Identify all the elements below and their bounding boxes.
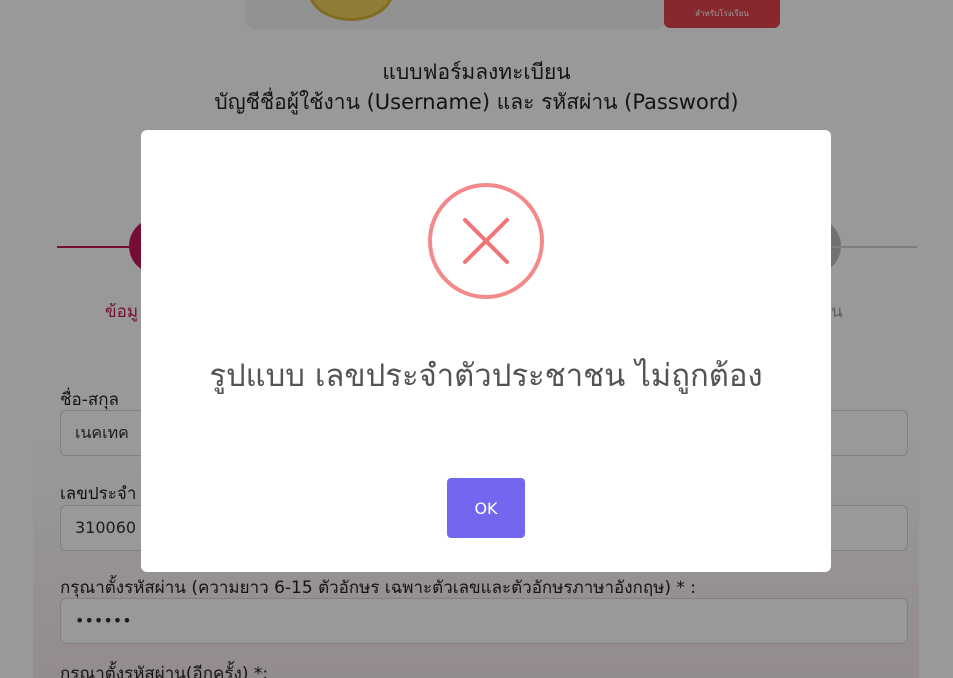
ok-button[interactable]: OK [447, 478, 525, 538]
error-x-icon [428, 183, 544, 299]
error-dialog: รูปแบบ เลขประจำตัวประชาชน ไม่ถูกต้อง OK [141, 130, 831, 572]
dialog-message: รูปแบบ เลขประจำตัวประชาชน ไม่ถูกต้อง [209, 358, 763, 394]
